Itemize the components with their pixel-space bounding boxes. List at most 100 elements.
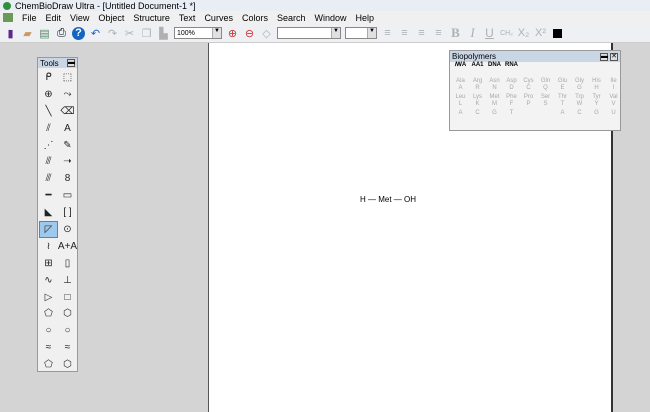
chair-icon[interactable]: ≈: [39, 339, 58, 356]
hexagon-icon[interactable]: ⬡: [58, 305, 77, 322]
close-icon[interactable]: ✕: [610, 52, 618, 61]
pen-icon[interactable]: ✎: [58, 137, 77, 154]
nucleotide-2[interactable]: G: [486, 110, 503, 126]
amino-acid-P[interactable]: Pro P: [520, 94, 537, 110]
menu-window[interactable]: Window: [315, 13, 347, 23]
dashed-bond-icon[interactable]: ⋰: [39, 137, 58, 154]
cut-icon[interactable]: ✂: [123, 27, 136, 40]
wedge-bond-icon[interactable]: ◣: [39, 204, 58, 221]
redo-icon[interactable]: ↷: [106, 27, 119, 40]
amino-acid-W[interactable]: Trp W: [571, 94, 588, 110]
amino-acid-C[interactable]: Cys C: [520, 78, 537, 94]
amino-acid-I[interactable]: Ile I: [605, 78, 622, 94]
heptagon-icon[interactable]: ○: [39, 322, 58, 339]
nucleotide-3[interactable]: T: [503, 110, 520, 126]
italic-button[interactable]: I: [466, 25, 479, 40]
help-icon[interactable]: ?: [72, 26, 85, 40]
bold-bond-icon[interactable]: ━: [39, 187, 58, 204]
mass-fragment-icon[interactable]: ⊕: [39, 86, 58, 103]
align-left-icon[interactable]: ≡: [381, 27, 394, 40]
nucleotide-9[interactable]: U: [605, 110, 622, 126]
biopolymer-mode-2[interactable]: DNA: [486, 62, 503, 78]
biopolymer-mode-6[interactable]: [554, 62, 571, 78]
biopolymer-mode-7[interactable]: [571, 62, 588, 78]
chain-icon[interactable]: ∿: [39, 272, 58, 289]
menu-colors[interactable]: Colors: [242, 13, 268, 23]
biopolymer-mode-8[interactable]: [588, 62, 605, 78]
lasso-icon[interactable]: ᑭ: [39, 69, 58, 86]
table-icon[interactable]: ⊞: [39, 255, 58, 272]
menu-view[interactable]: View: [70, 13, 89, 23]
template-icon[interactable]: ⊥: [58, 272, 77, 289]
menu-search[interactable]: Search: [277, 13, 306, 23]
print-icon[interactable]: ⎙: [55, 27, 68, 40]
superscript-button[interactable]: X²: [534, 27, 547, 40]
biopolymer-mode-1[interactable]: AA1: [469, 62, 486, 78]
brackets-icon[interactable]: [ ]: [58, 204, 77, 221]
double-bond-icon[interactable]: ⫽: [39, 120, 58, 137]
pentagon-icon[interactable]: ⬠: [39, 305, 58, 322]
nucleotide-7[interactable]: C: [571, 110, 588, 126]
doc-icon[interactable]: [3, 13, 13, 22]
amino-acid-D[interactable]: Asp D: [503, 78, 520, 94]
menu-text[interactable]: Text: [179, 13, 196, 23]
octagon-icon[interactable]: ○: [58, 322, 77, 339]
menu-object[interactable]: Object: [98, 13, 124, 23]
amino-acid-R[interactable]: Arg R: [469, 78, 486, 94]
fit-icon[interactable]: ◇: [260, 27, 273, 40]
biopolymer-mode-9[interactable]: [605, 62, 622, 78]
align-right-icon[interactable]: ≡: [415, 27, 428, 40]
bond-reaction-icon[interactable]: ⤳: [58, 86, 77, 103]
orbital-icon[interactable]: 8: [58, 170, 77, 187]
text-icon[interactable]: A: [58, 120, 77, 137]
zoom-in-icon[interactable]: ⊕: [226, 27, 239, 40]
arrow-icon[interactable]: ➝: [58, 153, 77, 170]
nucleotide-8[interactable]: G: [588, 110, 605, 126]
biopolymer-mode-0[interactable]: ꟿA: [452, 62, 469, 78]
amino-acid-T[interactable]: Thr T: [554, 94, 571, 110]
biopolymer-mode-5[interactable]: [537, 62, 554, 78]
benzene-icon[interactable]: ⬡: [58, 356, 77, 373]
cyclopentadiene-icon[interactable]: ⬠: [39, 356, 58, 373]
biopolymer-mode-4[interactable]: [520, 62, 537, 78]
amino-acid-K[interactable]: Lys K: [469, 94, 486, 110]
amino-acid-N[interactable]: Asn N: [486, 78, 503, 94]
minimize-icon[interactable]: ▬: [67, 59, 75, 67]
color-swatch[interactable]: [551, 27, 564, 40]
wavy-bond-icon[interactable]: ≀: [39, 238, 58, 255]
single-bond-icon[interactable]: ╲: [39, 103, 58, 120]
amino-acid-Q[interactable]: Gln Q: [537, 78, 554, 94]
align-center-icon[interactable]: ≡: [398, 27, 411, 40]
justify-icon[interactable]: ≡: [432, 27, 445, 40]
amino-acid-E[interactable]: Glu E: [554, 78, 571, 94]
nucleotide-4[interactable]: [520, 110, 537, 126]
amino-acid-A[interactable]: Ala A: [452, 78, 469, 94]
minimize-icon[interactable]: ▬: [600, 52, 608, 61]
open-icon[interactable]: ▰: [21, 27, 34, 40]
menu-structure[interactable]: Structure: [133, 13, 170, 23]
menu-curves[interactable]: Curves: [204, 13, 233, 23]
subscript-button[interactable]: X₂: [517, 27, 530, 40]
menu-edit[interactable]: Edit: [46, 13, 62, 23]
undo-icon[interactable]: ↶: [89, 27, 102, 40]
query-icon[interactable]: A+A: [58, 238, 77, 255]
amino-acid-L[interactable]: Leu L: [452, 94, 469, 110]
square-icon[interactable]: □: [58, 289, 77, 306]
molecule-label[interactable]: H — Met — OH: [360, 195, 416, 204]
nucleotide-6[interactable]: A: [554, 110, 571, 126]
hollow-wedge-icon[interactable]: ◸: [39, 221, 58, 238]
nucleotide-5[interactable]: [537, 110, 554, 126]
menu-help[interactable]: Help: [356, 13, 375, 23]
amino-acid-M[interactable]: Met M: [486, 94, 503, 110]
copy-icon[interactable]: ❐: [140, 27, 153, 40]
amino-acid-H[interactable]: His H: [588, 78, 605, 94]
paste-icon[interactable]: ▙: [157, 27, 170, 40]
hashed-bond-icon[interactable]: ⫻: [39, 153, 58, 170]
underline-button[interactable]: U: [483, 26, 496, 40]
amino-acid-G[interactable]: Gly G: [571, 78, 588, 94]
hashed-wedge-icon[interactable]: ⫻: [39, 170, 58, 187]
biopolymer-mode-3[interactable]: RNA: [503, 62, 520, 78]
marquee-icon[interactable]: ⬚: [58, 69, 77, 86]
amino-acid-F[interactable]: Phe F: [503, 94, 520, 110]
chair2-icon[interactable]: ≈: [58, 339, 77, 356]
